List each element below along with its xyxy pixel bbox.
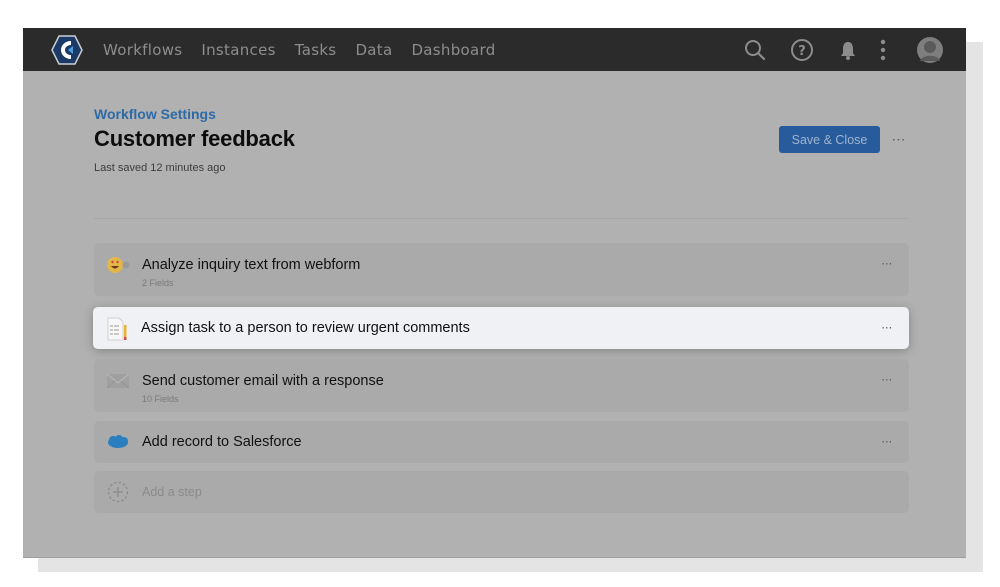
- form-task-icon: [105, 317, 129, 341]
- divider: [94, 218, 909, 219]
- step-more-button[interactable]: ⋯: [877, 372, 897, 388]
- emoji-sentiment-icon: [106, 255, 130, 275]
- more-vertical-icon[interactable]: [875, 36, 891, 64]
- app-logo-icon[interactable]: [51, 35, 83, 65]
- step-field-count: 10 Fields: [142, 394, 179, 404]
- salesforce-cloud-icon: [106, 432, 130, 452]
- add-step-label: Add a step: [142, 485, 202, 499]
- workflow-step[interactable]: Analyze inquiry text from webform 2 Fiel…: [94, 243, 909, 296]
- add-circle-icon: [106, 481, 130, 503]
- step-more-button[interactable]: ⋯: [877, 256, 897, 272]
- workflow-step-active[interactable]: Assign task to a person to review urgent…: [93, 307, 909, 349]
- step-title: Assign task to a person to review urgent…: [141, 320, 470, 336]
- step-more-button[interactable]: ⋯: [877, 320, 897, 336]
- main-nav: Workflows Instances Tasks Data Dashboard: [103, 28, 515, 71]
- avatar[interactable]: [916, 36, 944, 64]
- bell-icon[interactable]: [838, 36, 858, 64]
- nav-dashboard[interactable]: Dashboard: [411, 41, 495, 59]
- nav-instances[interactable]: Instances: [201, 41, 275, 59]
- step-field-count: 2 Fields: [142, 278, 174, 288]
- header-more-button[interactable]: ⋯: [887, 129, 911, 149]
- workflow-settings-content: Workflow Settings Customer feedback Last…: [23, 71, 966, 557]
- app-window: Workflows Instances Tasks Data Dashboard…: [23, 28, 966, 558]
- workflow-step[interactable]: Add record to Salesforce ⋯: [94, 421, 909, 463]
- step-title: Add record to Salesforce: [142, 434, 302, 450]
- add-step-button[interactable]: Add a step: [94, 471, 909, 513]
- breadcrumb[interactable]: Workflow Settings: [94, 106, 216, 122]
- nav-tasks[interactable]: Tasks: [295, 41, 337, 59]
- workflow-step[interactable]: Send customer email with a response 10 F…: [94, 359, 909, 412]
- last-saved-status: Last saved 12 minutes ago: [94, 162, 226, 174]
- top-navigation-bar: Workflows Instances Tasks Data Dashboard…: [23, 28, 966, 71]
- step-title: Send customer email with a response: [142, 373, 384, 389]
- help-icon[interactable]: ?: [788, 36, 816, 64]
- envelope-icon: [106, 371, 130, 391]
- page-title: Customer feedback: [94, 126, 295, 151]
- step-more-button[interactable]: ⋯: [877, 434, 897, 450]
- save-and-close-button[interactable]: Save & Close: [779, 126, 880, 153]
- svg-text:?: ?: [798, 44, 806, 59]
- search-icon[interactable]: [741, 36, 769, 64]
- nav-data[interactable]: Data: [355, 41, 392, 59]
- step-title: Analyze inquiry text from webform: [142, 257, 361, 273]
- nav-workflows[interactable]: Workflows: [103, 41, 182, 59]
